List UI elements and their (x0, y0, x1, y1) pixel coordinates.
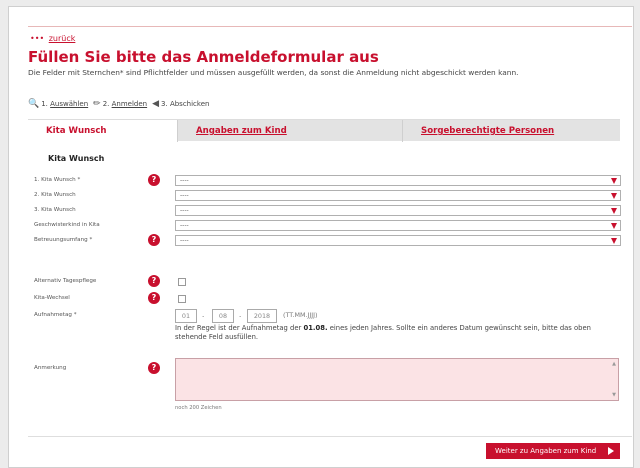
kita-wunsch-2-select[interactable]: ---- (175, 190, 621, 201)
kita-wechsel-label: Kita-Wechsel (34, 295, 70, 301)
help-icon[interactable]: ? (148, 292, 160, 304)
bottom-divider (28, 436, 632, 437)
step-indicator: 🔍 1. Auswählen ✏ 2. Anmelden ◀ 3. Abschi… (28, 99, 214, 109)
help-icon[interactable]: ? (148, 275, 160, 287)
step-2-number: 2. (102, 100, 110, 108)
back-link[interactable]: ••• zurück (30, 34, 75, 43)
next-button[interactable]: Weiter zu Angaben zum Kind (486, 443, 620, 459)
page-subtitle: Die Felder mit Sternchen* sind Pflichtfe… (28, 68, 519, 77)
geschwisterkind-value: ---- (180, 222, 189, 229)
step-1[interactable]: 🔍 1. Auswählen (28, 99, 88, 109)
next-button-label: Weiter zu Angaben zum Kind (495, 447, 597, 455)
chevron-down-icon (611, 178, 617, 184)
row-kita-wechsel: Kita-Wechsel ? (34, 292, 620, 305)
help-icon[interactable]: ? (148, 362, 160, 374)
anmerkung-textarea[interactable]: ▲ ▼ (175, 358, 619, 401)
kita-wunsch-3-select[interactable]: ---- (175, 205, 621, 216)
row-betreuungsumfang: Betreuungsumfang * ? ---- (34, 234, 621, 247)
geschwisterkind-select[interactable]: ---- (175, 220, 621, 231)
row-tagespflege: Alternativ Tagespflege ? (34, 275, 620, 288)
info-text-before: In der Regel ist der Aufnahmetag der (175, 324, 304, 332)
date-separator: . (202, 311, 205, 319)
chevron-down-icon (611, 208, 617, 214)
aufnahmetag-year-input[interactable]: 2018 (247, 309, 277, 323)
chevron-down-icon (611, 193, 617, 199)
row-aufnahmetag: Aufnahmetag * 01 . 08 . 2018 (TT.MM.JJJJ… (34, 309, 620, 323)
search-icon: 🔍 (28, 99, 40, 109)
tab-angaben-zum-kind[interactable]: Angaben zum Kind (177, 120, 402, 142)
row-kita-wunsch-1: 1. Kita Wunsch * ? ---- (34, 174, 621, 187)
chevron-down-icon (611, 223, 617, 229)
pencil-icon: ✏ (93, 99, 101, 109)
step-1-label: Auswählen (50, 100, 89, 108)
section-title: Kita Wunsch (48, 154, 105, 163)
row-kita-wunsch-2: 2. Kita Wunsch ---- (34, 190, 621, 202)
chevron-down-icon (611, 238, 617, 244)
tagespflege-checkbox[interactable] (178, 278, 186, 286)
tab-kita-wunsch[interactable]: Kita Wunsch (28, 120, 177, 142)
step-2-label: Anmelden (111, 100, 148, 108)
kita-wunsch-1-value: ---- (180, 177, 189, 184)
kita-wechsel-checkbox[interactable] (178, 295, 186, 303)
step-3-number: 3. (161, 100, 168, 108)
row-geschwisterkind: Geschwisterkind in Kita ---- (34, 220, 621, 232)
tagespflege-label: Alternativ Tagespflege (34, 278, 97, 284)
top-divider (28, 26, 632, 27)
betreuungsumfang-select[interactable]: ---- (175, 235, 621, 246)
geschwisterkind-label: Geschwisterkind in Kita (34, 222, 100, 228)
aufnahmetag-day-input[interactable]: 01 (175, 309, 197, 323)
row-kita-wunsch-3: 3. Kita Wunsch ---- (34, 205, 621, 217)
back-label: zurück (48, 34, 76, 43)
help-icon[interactable]: ? (148, 234, 160, 246)
scroll-up-icon[interactable]: ▲ (612, 361, 616, 367)
betreuungsumfang-value: ---- (180, 237, 189, 244)
page-title: Füllen Sie bitte das Anmeldeformular aus (28, 48, 379, 66)
aufnahmetag-month-input[interactable]: 08 (212, 309, 234, 323)
date-separator: . (239, 311, 242, 319)
step-1-number: 1. (41, 100, 48, 108)
scroll-down-icon[interactable]: ▼ (612, 392, 616, 398)
kita-wunsch-2-label: 2. Kita Wunsch (34, 192, 76, 198)
kita-wunsch-1-select[interactable]: ---- (175, 175, 621, 186)
betreuungsumfang-label: Betreuungsumfang * (34, 237, 93, 243)
info-date: 01.08. (303, 324, 328, 332)
help-icon[interactable]: ? (148, 174, 160, 186)
kita-wunsch-3-label: 3. Kita Wunsch (34, 207, 76, 213)
kita-wunsch-1-label: 1. Kita Wunsch * (34, 177, 81, 183)
date-format-hint: (TT.MM.JJJJ) (283, 311, 318, 319)
form-tabs: Kita Wunsch Angaben zum Kind Sorgeberech… (28, 119, 620, 142)
kita-wunsch-2-value: ---- (180, 192, 189, 199)
aufnahmetag-label: Aufnahmetag * (34, 312, 77, 318)
aufnahmetag-info: In der Regel ist der Aufnahmetag der 01.… (175, 324, 617, 342)
play-arrow-icon (608, 447, 614, 455)
send-icon: ◀ (152, 99, 160, 109)
step-2[interactable]: ✏ 2. Anmelden (93, 99, 147, 109)
anmerkung-label: Anmerkung (34, 365, 67, 371)
step-3: ◀ 3. Abschicken (152, 99, 209, 109)
back-dots-icon: ••• (30, 34, 45, 43)
kita-wunsch-3-value: ---- (180, 207, 189, 214)
character-counter: noch 200 Zeichen (175, 405, 222, 411)
tab-sorgeberechtigte-personen[interactable]: Sorgeberechtigte Personen (402, 120, 620, 142)
step-3-label: Abschicken (169, 100, 210, 108)
